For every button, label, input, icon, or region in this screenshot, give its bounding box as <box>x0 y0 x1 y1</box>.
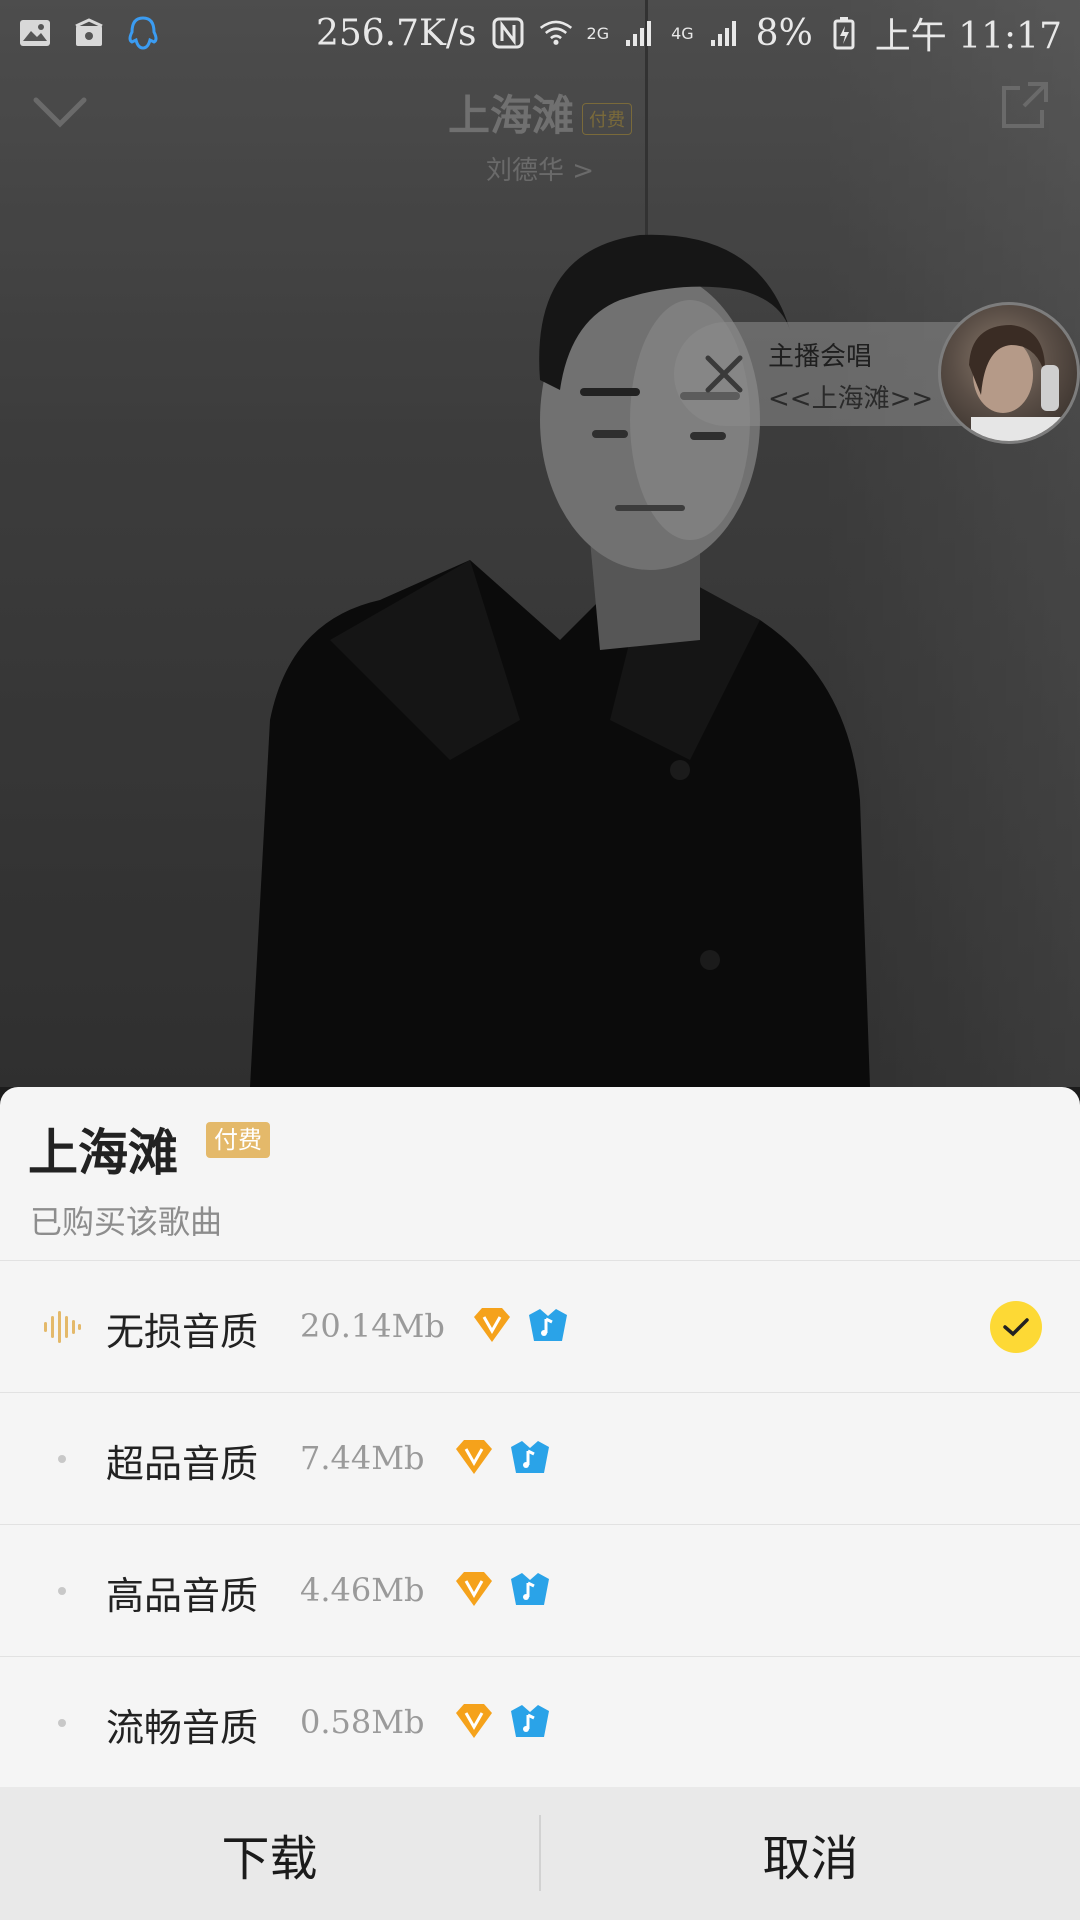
quality-size: 7.44Mb <box>300 1439 425 1477</box>
quality-size: 4.46Mb <box>300 1571 425 1609</box>
radio-dot <box>40 1701 84 1745</box>
music-package-icon <box>511 1441 549 1473</box>
player-artist-link[interactable]: 刘德华 > <box>0 150 1080 187</box>
waveform-icon <box>40 1305 84 1349</box>
cancel-button[interactable]: 取消 <box>541 1787 1080 1920</box>
close-icon[interactable] <box>698 348 750 400</box>
quality-size: 20.14Mb <box>300 1307 445 1345</box>
vip-diamond-icon <box>456 1704 492 1738</box>
network-2g-label: 2G <box>586 23 610 43</box>
vip-diamond-icon <box>456 1440 492 1474</box>
vip-diamond-icon <box>474 1308 510 1342</box>
quality-list: 无损音质 20.14Mb 超品音质 7.44Mb 高品音质 4.46Mb 流畅音… <box>0 1260 1080 1788</box>
live-bubble-song: <<上海滩>> <box>768 384 934 414</box>
signal-icon-2 <box>708 16 742 50</box>
quality-size: 0.58Mb <box>300 1703 425 1741</box>
gallery-icon <box>18 16 52 50</box>
quality-name: 高品音质 <box>106 1574 259 1618</box>
paid-badge: 付费 <box>206 1122 270 1158</box>
purchased-status: 已购买该歌曲 <box>30 1203 223 1241</box>
network-4g-label: 4G <box>671 23 694 43</box>
quality-name: 超品音质 <box>106 1442 259 1486</box>
radio-dot <box>40 1437 84 1481</box>
wifi-icon <box>539 16 573 50</box>
nfc-icon <box>491 16 525 50</box>
quality-bottom-sheet: 上海滩 付费 已购买该歌曲 无损音质 20.14Mb 超品音质 7.44Mb 高… <box>0 1087 1080 1920</box>
battery-percent: 8% <box>755 12 813 54</box>
player-song-title: 上海滩 付费 <box>0 82 1080 143</box>
action-bar: 下载 取消 <box>0 1787 1080 1920</box>
battery-icon <box>827 16 861 50</box>
quality-option-lossless[interactable]: 无损音质 20.14Mb <box>0 1260 1080 1392</box>
selected-check-icon <box>990 1301 1042 1353</box>
radio-dot <box>40 1569 84 1613</box>
player-song-title-text: 上海滩 <box>447 91 574 140</box>
network-speed: 256.7K/s <box>315 12 477 54</box>
live-bubble-title: 主播会唱 <box>768 342 873 372</box>
quality-name: 流畅音质 <box>106 1706 259 1750</box>
sheet-song-title: 上海滩 <box>28 1123 178 1182</box>
status-bar: 256.7K/s 2G 4G 8% 上午 11:17 <box>0 0 1080 66</box>
qq-icon <box>126 16 160 50</box>
signal-icon <box>623 16 657 50</box>
streamer-avatar[interactable] <box>938 302 1080 444</box>
share-icon[interactable] <box>998 80 1050 132</box>
download-button[interactable]: 下载 <box>0 1787 539 1920</box>
music-package-icon <box>511 1573 549 1605</box>
quality-option-smooth[interactable]: 流畅音质 0.58Mb <box>0 1656 1080 1788</box>
vip-diamond-icon <box>456 1572 492 1606</box>
player-paid-tag: 付费 <box>582 103 632 135</box>
music-package-icon <box>511 1705 549 1737</box>
music-package-icon <box>529 1309 567 1341</box>
quality-option-high[interactable]: 高品音质 4.46Mb <box>0 1524 1080 1656</box>
quality-name: 无损音质 <box>106 1310 259 1354</box>
clock: 上午 11:17 <box>874 16 1062 57</box>
package-icon <box>72 16 106 50</box>
quality-option-super[interactable]: 超品音质 7.44Mb <box>0 1392 1080 1524</box>
